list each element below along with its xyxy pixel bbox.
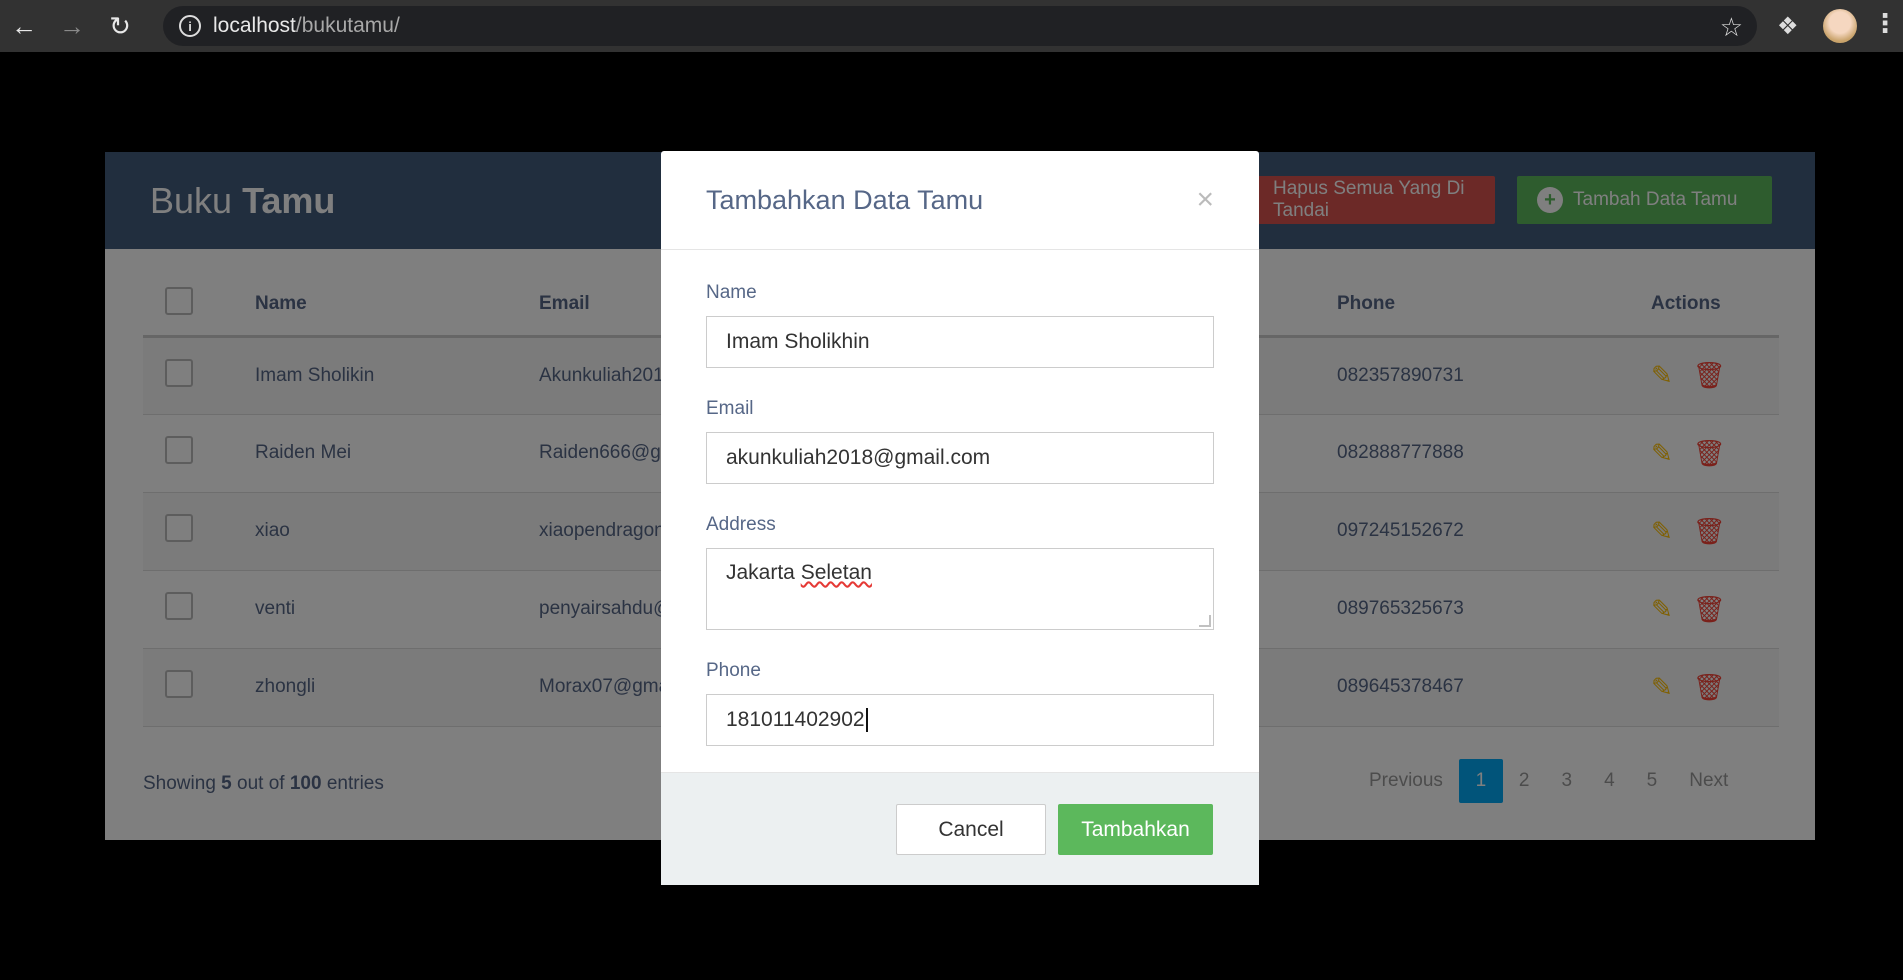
forward-arrow-icon[interactable]: → xyxy=(48,0,96,52)
address-label: Address xyxy=(706,514,776,535)
url-text[interactable]: localhost/bukutamu/ xyxy=(213,14,400,38)
close-icon[interactable]: × xyxy=(1196,183,1214,217)
back-arrow-icon[interactable]: ← xyxy=(0,0,48,52)
modal-body: Name Imam Sholikhin Email akunkuliah2018… xyxy=(661,250,1259,746)
resize-handle-icon[interactable] xyxy=(1199,615,1211,627)
bookmark-star-icon[interactable]: ☆ xyxy=(1720,12,1743,43)
browser-toolbar: ← → ↻ i localhost/bukutamu/ ☆ ❖ ⋮ xyxy=(0,0,1903,52)
text-caret xyxy=(865,708,868,732)
modal-footer: Cancel Tambahkan xyxy=(661,772,1259,885)
reload-icon[interactable]: ↻ xyxy=(96,0,144,52)
submit-button[interactable]: Tambahkan xyxy=(1058,804,1213,855)
phone-label: Phone xyxy=(706,660,761,681)
add-guest-modal: Tambahkan Data Tamu × Name Imam Sholikhi… xyxy=(661,151,1259,885)
email-input[interactable]: akunkuliah2018@gmail.com xyxy=(706,432,1214,484)
extensions-puzzle-icon[interactable]: ❖ xyxy=(1777,12,1799,41)
browser-menu-icon[interactable]: ⋮ xyxy=(1872,8,1898,39)
email-label: Email xyxy=(706,398,754,419)
name-label: Name xyxy=(706,282,757,303)
cancel-button[interactable]: Cancel xyxy=(896,804,1046,855)
modal-backdrop[interactable]: Tambahkan Data Tamu × Name Imam Sholikhi… xyxy=(0,52,1903,980)
modal-header: Tambahkan Data Tamu × xyxy=(661,151,1259,250)
modal-title: Tambahkan Data Tamu xyxy=(706,184,984,215)
address-bar[interactable]: i localhost/bukutamu/ ☆ xyxy=(163,6,1757,46)
phone-input[interactable]: 181011402902 xyxy=(706,694,1214,746)
name-input[interactable]: Imam Sholikhin xyxy=(706,316,1214,368)
profile-avatar[interactable] xyxy=(1823,9,1857,43)
info-icon[interactable]: i xyxy=(179,15,201,37)
address-textarea[interactable]: Jakarta Seletan xyxy=(706,548,1214,630)
